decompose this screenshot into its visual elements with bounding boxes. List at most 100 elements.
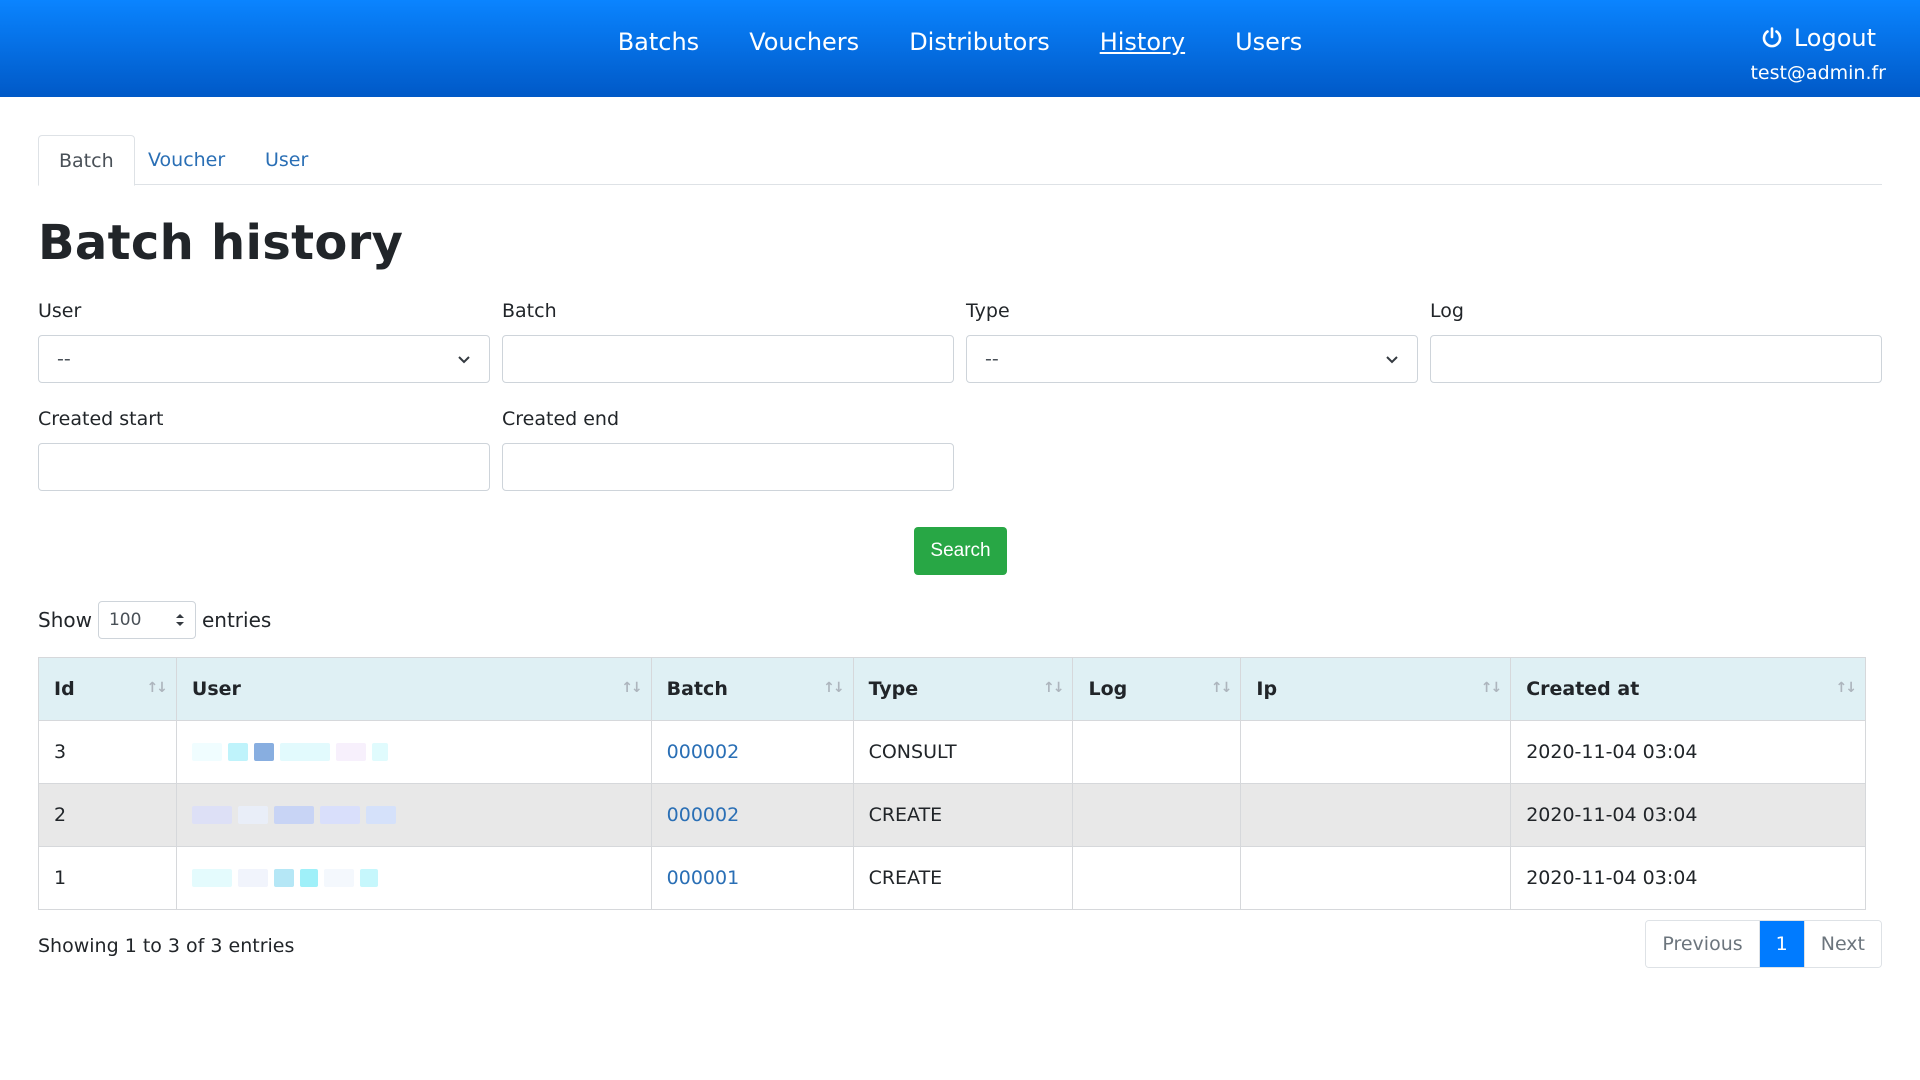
cell-type: CREATE (852, 783, 1074, 847)
created-start-input[interactable] (38, 443, 490, 491)
column-header-label: Created at (1526, 678, 1640, 700)
column-header-label: Batch (666, 678, 728, 700)
created-start-label: Created start (38, 408, 164, 430)
page-1-button[interactable]: 1 (1758, 921, 1804, 967)
cell-ip (1240, 846, 1512, 910)
tab-user[interactable]: User (245, 135, 328, 186)
table-row: 1 000001 CREATE 2020-11-04 03:04 (38, 846, 1866, 910)
column-header-batch[interactable]: Batch ↑↓ (650, 657, 854, 721)
show-entries-prefix: Show (38, 608, 92, 632)
cell-type: CONSULT (852, 720, 1074, 784)
power-icon (1762, 27, 1782, 48)
cell-created-at: 2020-11-04 03:04 (1510, 846, 1866, 910)
column-header-ip[interactable]: Ip ↑↓ (1240, 657, 1512, 721)
batch-link[interactable]: 000002 (667, 804, 740, 826)
tab-batch[interactable]: Batch (38, 135, 135, 186)
nav-links: Batchs Vouchers Distributors History Use… (0, 0, 1920, 84)
column-header-id[interactable]: Id ↑↓ (38, 657, 177, 721)
column-header-label: Ip (1256, 678, 1278, 700)
sort-icon: ↑↓ (621, 680, 643, 696)
batch-link[interactable]: 000001 (667, 867, 740, 889)
type-filter-label: Type (966, 300, 1010, 322)
batch-filter: Batch (502, 300, 954, 383)
nav-link-distributors[interactable]: Distributors (884, 28, 1075, 56)
type-select[interactable]: -- (966, 335, 1418, 383)
nav-link-history[interactable]: History (1075, 28, 1210, 56)
column-header-type[interactable]: Type ↑↓ (852, 657, 1074, 721)
nav-link-users[interactable]: Users (1210, 28, 1327, 56)
table-info: Showing 1 to 3 of 3 entries (38, 935, 295, 957)
user-select[interactable]: -- (38, 335, 490, 383)
top-navbar: Batchs Vouchers Distributors History Use… (0, 0, 1920, 97)
log-filter: Log (1430, 300, 1882, 383)
nav-link-batchs[interactable]: Batchs (593, 28, 725, 56)
show-entries: Show 100 entries (38, 601, 271, 639)
column-header-created-at[interactable]: Created at ↑↓ (1510, 657, 1866, 721)
logout-button[interactable]: Logout (1760, 24, 1876, 52)
table-header-row: Id ↑↓ User ↑↓ Batch ↑↓ Type ↑↓ Log ↑↓ Ip ↑↓ Cr… (38, 657, 1866, 721)
column-header-log[interactable]: Log ↑↓ (1072, 657, 1242, 721)
history-tabs: Batch Voucher User (38, 135, 1882, 186)
sort-icon: ↑↓ (1210, 680, 1233, 696)
cell-log (1072, 783, 1242, 847)
next-page-button[interactable]: Next (1803, 921, 1881, 967)
batch-link[interactable]: 000002 (667, 741, 740, 763)
sort-icon: ↑↓ (1480, 680, 1503, 696)
type-select-value: -- (985, 348, 999, 370)
cell-batch: 000002 (650, 783, 854, 847)
cell-id: 2 (38, 783, 177, 847)
pagination: Previous 1 Next (1645, 920, 1882, 968)
chevron-down-icon (1386, 356, 1398, 364)
sort-icon: ↑↓ (1835, 680, 1858, 696)
previous-page-button[interactable]: Previous (1646, 921, 1759, 967)
column-header-label: Id (54, 678, 75, 700)
cell-id: 3 (38, 720, 177, 784)
history-table: Id ↑↓ User ↑↓ Batch ↑↓ Type ↑↓ Log ↑↓ Ip ↑↓ Cr… (38, 657, 1866, 910)
cell-ip (1240, 720, 1512, 784)
tab-voucher[interactable]: Voucher (128, 135, 245, 186)
table-row: 3 000002 CONSULT 2020-11-04 03:04 (38, 720, 1866, 784)
redacted-user-email (191, 869, 636, 887)
column-header-user[interactable]: User ↑↓ (175, 657, 652, 721)
cell-created-at: 2020-11-04 03:04 (1510, 720, 1866, 784)
created-end-input[interactable] (502, 443, 954, 491)
user-filter: User -- (38, 300, 490, 383)
cell-batch: 000001 (650, 846, 854, 910)
sort-updown-icon (175, 614, 184, 626)
page-title: Batch history (38, 215, 404, 271)
cell-log (1072, 846, 1242, 910)
user-email: test@admin.fr (1750, 62, 1886, 84)
sort-icon: ↑↓ (146, 680, 168, 696)
cell-batch: 000002 (650, 720, 854, 784)
redacted-user-email (191, 806, 636, 824)
created-end-label: Created end (502, 408, 620, 430)
log-input[interactable] (1430, 335, 1882, 383)
cell-type: CREATE (852, 846, 1074, 910)
cell-user (175, 720, 652, 784)
created-end-filter: Created end (502, 408, 954, 491)
cell-created-at: 2020-11-04 03:04 (1510, 783, 1866, 847)
sort-icon: ↑↓ (823, 680, 845, 696)
sort-icon: ↑↓ (1043, 680, 1065, 696)
entries-per-page-select[interactable]: 100 (97, 601, 196, 639)
table-row: 2 000002 CREATE 2020-11-04 03:04 (38, 783, 1866, 847)
column-header-label: User (191, 678, 241, 700)
cell-ip (1240, 783, 1512, 847)
cell-log (1072, 720, 1242, 784)
cell-id: 1 (38, 846, 177, 910)
type-filter: Type -- (966, 300, 1418, 383)
column-header-label: Type (868, 678, 919, 700)
cell-user (175, 846, 652, 910)
user-filter-label: User (38, 300, 82, 322)
search-button[interactable]: Search (914, 527, 1007, 575)
nav-link-vouchers[interactable]: Vouchers (724, 28, 884, 56)
logout-label: Logout (1793, 24, 1876, 52)
batch-filter-label: Batch (502, 300, 557, 322)
created-start-filter: Created start (38, 408, 490, 491)
column-header-label: Log (1088, 678, 1128, 700)
show-entries-suffix: entries (201, 608, 272, 632)
chevron-down-icon (458, 356, 470, 364)
redacted-user-email (191, 743, 636, 761)
batch-input[interactable] (502, 335, 954, 383)
user-select-value: -- (57, 348, 71, 370)
